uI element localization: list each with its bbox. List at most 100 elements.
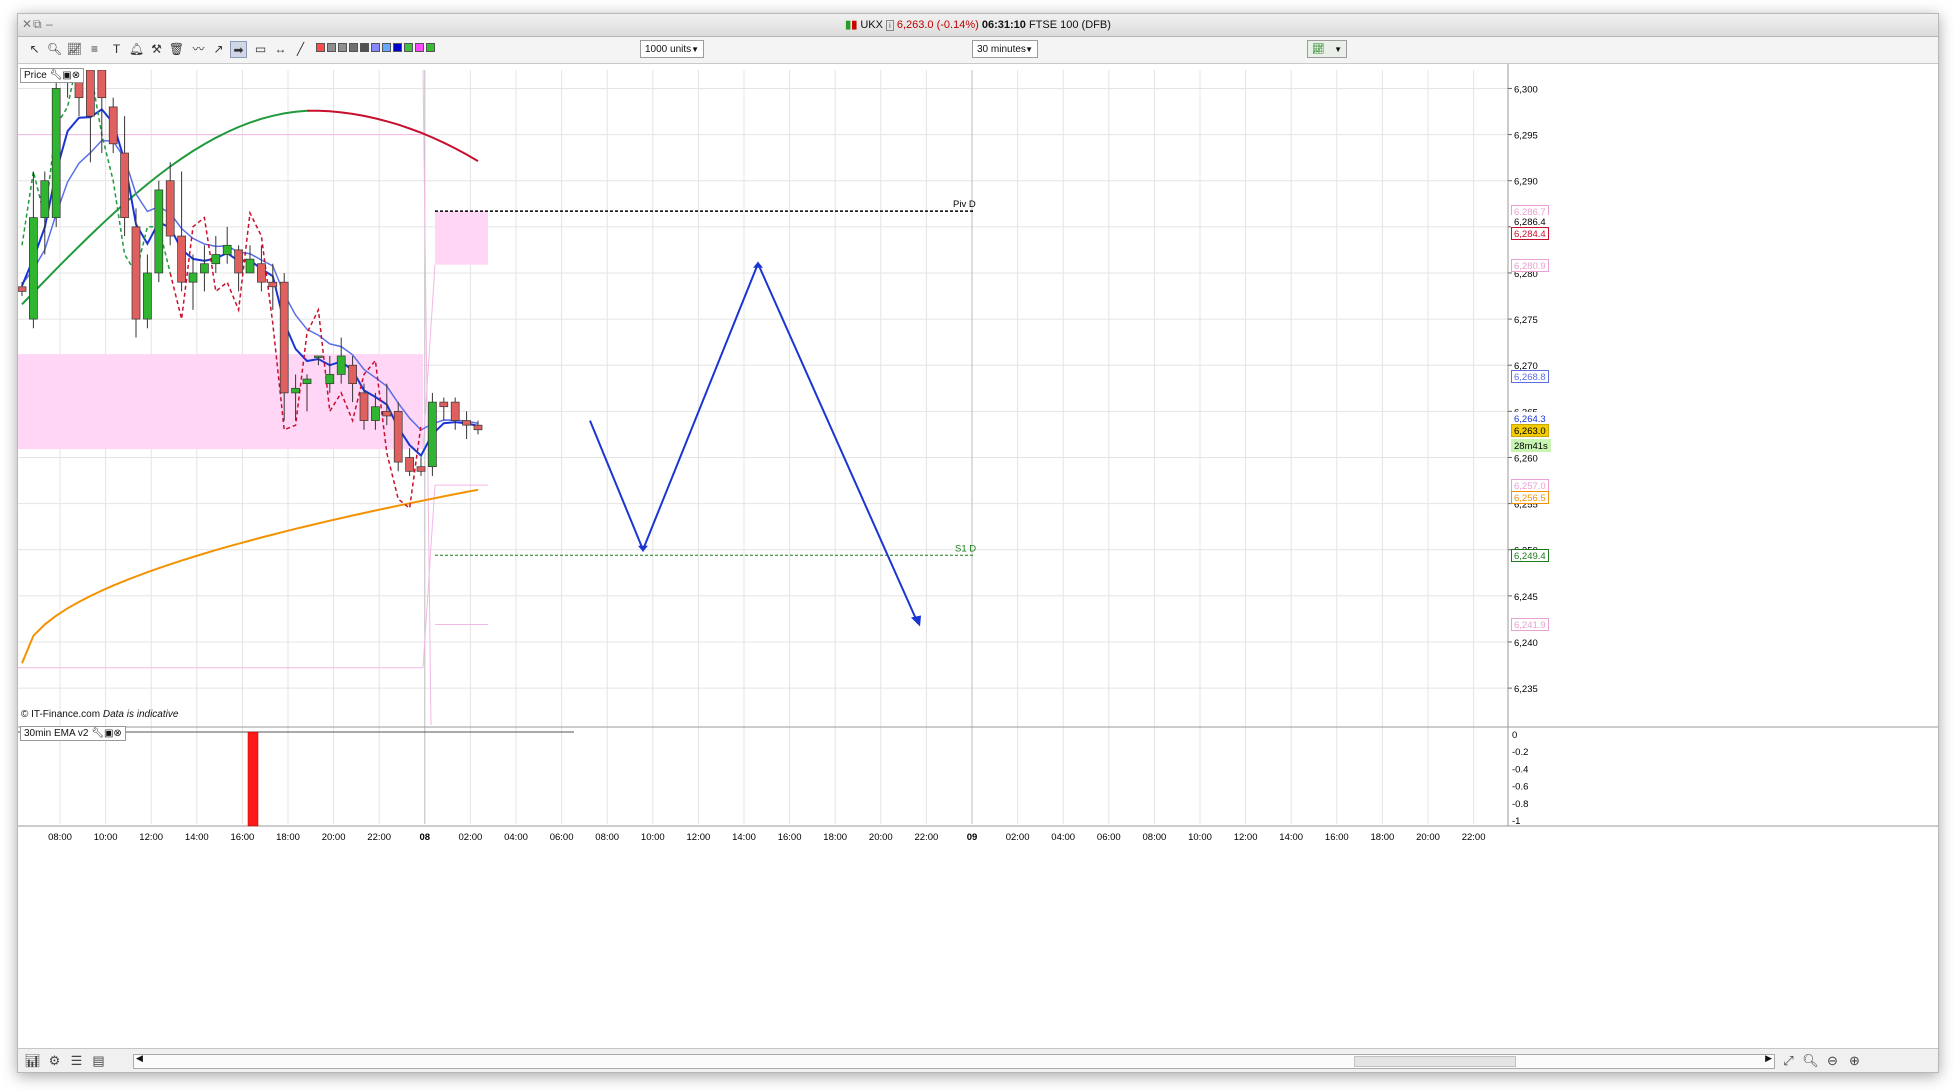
y-tick-label: 6,245 (1514, 592, 1538, 603)
interval-select[interactable]: 30 minutes ▼ (972, 40, 1038, 58)
scroll-thumb[interactable] (1354, 1056, 1516, 1067)
instrument-label: FTSE 100 (DFB) (1028, 19, 1111, 31)
ray-tool-icon[interactable]: ╱ (292, 41, 309, 58)
maximize-icon[interactable]: ▣ (62, 70, 71, 81)
price-panel-tag: Price 🔧︎▣⊗ (20, 68, 85, 83)
list-icon[interactable]: ☰ (68, 1052, 85, 1069)
x-axis-label: 22:00 (915, 832, 939, 843)
fit-icon[interactable]: ⤢ (1780, 1052, 1797, 1069)
zoom-area-icon[interactable]: 🔍︎ (1802, 1052, 1819, 1069)
y-tick-label: 6,300 (1514, 84, 1538, 95)
candle-body (450, 401, 460, 421)
tools-icon[interactable]: ⚒ (148, 41, 165, 58)
zoom-out-icon[interactable]: ⊖ (1824, 1052, 1841, 1069)
x-axis-label: 08:00 (595, 832, 619, 843)
color-swatch[interactable] (426, 43, 435, 52)
candle-body (108, 106, 118, 145)
forecast-arrowhead (753, 261, 763, 268)
copyright-note: © IT-Finance.com Data is indicative (21, 709, 178, 720)
copyright-text: © IT-Finance.com (21, 709, 101, 720)
x-axis-label: 02:00 (1006, 832, 1030, 843)
chart-icon: ▮▮ (845, 19, 858, 31)
x-axis-label: 16:00 (231, 832, 255, 843)
trash-icon[interactable]: 🗑︎ (168, 41, 185, 58)
indicator-tick-label: -0.8 (1512, 799, 1528, 810)
x-axis-label: 16:00 (778, 832, 802, 843)
template-icon[interactable]: ⚙ (46, 1052, 63, 1069)
line-tool-icon[interactable]: 〰 (190, 41, 207, 58)
scroll-right-icon[interactable]: ▶ (1765, 1053, 1772, 1064)
trading-window: ✕ ⧉ – ▮▮ UKX i 6,263.0 (-0.14%) 06:31:10… (17, 13, 1939, 1073)
candle-body (393, 410, 403, 463)
shape-tool-icon[interactable]: ▭ (252, 41, 269, 58)
candle-body (382, 410, 392, 417)
close-panel-icon[interactable]: ⊗ (113, 728, 121, 739)
indicator-bar (247, 731, 259, 827)
x-axis-label: 06:00 (550, 832, 574, 843)
close-panel-icon[interactable]: ⊗ (72, 70, 80, 81)
symbol-label: UKX (860, 19, 883, 31)
wrench-icon[interactable]: 🔧︎ (91, 728, 104, 739)
zoom-icon[interactable]: 🔍︎ (46, 41, 63, 58)
info-icon[interactable]: i (886, 20, 894, 31)
indicator-tick-label: -0.6 (1512, 782, 1528, 793)
candle-body (336, 355, 346, 375)
color-swatch[interactable] (360, 43, 369, 52)
long-ema-line (21, 488, 479, 664)
color-swatch[interactable] (371, 43, 380, 52)
s1-label: S1 D (955, 543, 976, 554)
indicator-panel-tag: 30min EMA v2 🔧︎▣⊗ (20, 726, 126, 741)
color-swatch[interactable] (316, 43, 325, 52)
units-select[interactable]: 1000 units ▼ (640, 40, 704, 58)
candle-body (462, 420, 471, 426)
color-swatch[interactable] (415, 43, 424, 52)
chart-area[interactable]: Piv DS1 D6,3006,2956,2906,2856,2806,2756… (18, 64, 1938, 1051)
color-swatch[interactable] (349, 43, 358, 52)
arrow-tool-icon[interactable]: ➡ (230, 41, 247, 58)
x-axis-label: 12:00 (1234, 832, 1258, 843)
indicator-tick-label: -1 (1512, 816, 1520, 827)
maximize-icon[interactable]: ▣ (104, 728, 113, 739)
zoom-in-icon[interactable]: ⊕ (1846, 1052, 1863, 1069)
fibonacci-icon[interactable]: ≡ (86, 41, 103, 58)
candle-body (314, 355, 323, 358)
color-swatch[interactable] (404, 43, 413, 52)
chart-type-icon: 📈︎ (1312, 44, 1325, 55)
price-panel-label: Price (24, 70, 47, 81)
color-swatch[interactable] (393, 43, 402, 52)
color-swatch[interactable] (327, 43, 336, 52)
indicators-icon[interactable]: ▤ (90, 1052, 107, 1069)
forecast-path (589, 261, 919, 624)
x-axis-label: 18:00 (276, 832, 300, 843)
horizontal-line-icon[interactable]: ↔ (272, 41, 289, 58)
x-axis-label: 18:00 (1371, 832, 1395, 843)
indicator-panel-label: 30min EMA v2 (24, 728, 89, 739)
price-label-box: 6,263.0 (1511, 423, 1549, 437)
candle-body (325, 374, 335, 385)
indicator-tick-label: -0.2 (1512, 747, 1528, 758)
y-tick-label: 6,260 (1514, 453, 1538, 464)
candle-body (40, 180, 50, 218)
text-icon[interactable]: T (108, 41, 125, 58)
horizontal-scrollbar[interactable]: ◀ ▶ (133, 1053, 1775, 1069)
indicator-tick-label: 0 (1512, 730, 1517, 741)
price-label-box: 6,249.4 (1511, 549, 1549, 563)
scroll-left-icon[interactable]: ◀ (136, 1053, 143, 1064)
pivot-vertical-line (422, 70, 432, 725)
forecast-arrowhead (911, 615, 921, 627)
candle-body (143, 272, 152, 320)
candle-body (222, 244, 232, 255)
color-swatch[interactable] (382, 43, 391, 52)
wrench-icon[interactable]: 🔧︎ (50, 70, 63, 81)
color-swatch[interactable] (338, 43, 347, 52)
pointer-icon[interactable]: ↖ (26, 41, 43, 58)
draw-chart-icon[interactable]: 📈︎ (66, 41, 83, 58)
indicator-tick-label: -0.4 (1512, 764, 1528, 775)
chart-settings-icon[interactable]: 📊︎ (24, 1052, 41, 1069)
chart-type-select[interactable]: 📈︎ ▼ (1307, 40, 1347, 58)
price-label-box: 6,268.8 (1511, 370, 1549, 384)
trend-tool-icon[interactable]: ↗ (210, 41, 227, 58)
alert-bell-icon[interactable]: 🔔︎ (128, 41, 145, 58)
candle-body (439, 401, 449, 408)
x-axis-label: 16:00 (1325, 832, 1349, 843)
